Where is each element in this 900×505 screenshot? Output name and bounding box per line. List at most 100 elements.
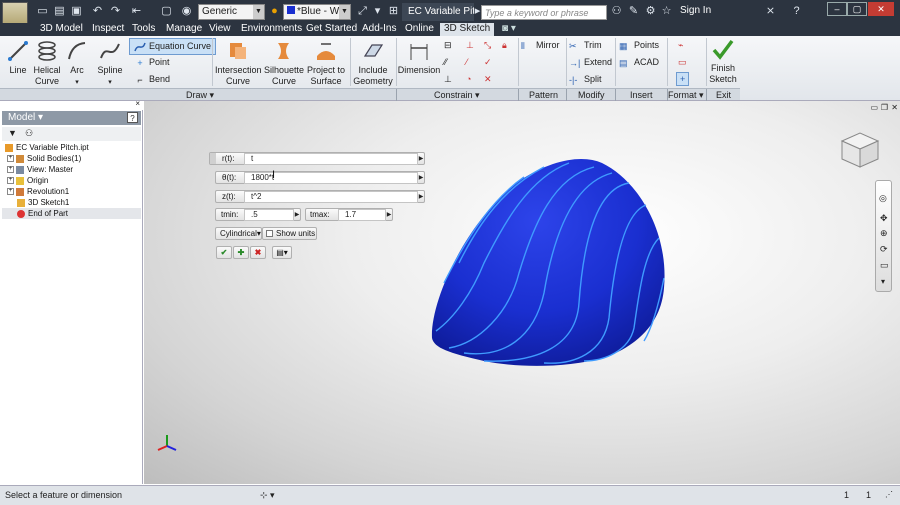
expand-icon[interactable]: + [7, 166, 14, 174]
panel-format[interactable]: Format ▾ [668, 89, 704, 101]
panel-insert[interactable]: Insert [630, 89, 653, 101]
tab-3d-model[interactable]: 3D Model [40, 23, 83, 36]
panel-constrain[interactable]: Constrain ▾ [434, 89, 480, 101]
tab-online[interactable]: Online [405, 23, 434, 36]
tab-manage[interactable]: Manage [166, 23, 202, 36]
toolbar-customize-icon[interactable]: ▾ [371, 5, 384, 18]
collinear-constraint-icon[interactable]: ⤡ [484, 39, 491, 51]
centerline-format-icon[interactable]: ▭ [678, 56, 687, 68]
look-at-icon[interactable]: ▭ [880, 260, 889, 271]
material-select[interactable]: *Blue - Wa ▼ [283, 4, 351, 20]
include-geometry-button[interactable]: Include Geometry [352, 40, 394, 87]
z-input[interactable]: t^2 [244, 191, 418, 203]
doc-restore-icon[interactable]: ❐ [881, 103, 888, 112]
tab-inspect[interactable]: Inspect [92, 23, 124, 36]
helical-curve-button[interactable]: Helical Curve [32, 40, 62, 87]
tab-extras-icon[interactable]: ◙ ▾ [502, 23, 516, 36]
undo-icon[interactable]: ↶ [91, 5, 104, 18]
drag-handle[interactable] [210, 153, 216, 164]
center-point-format-icon[interactable]: + [676, 72, 690, 86]
split-button[interactable]: -|- Split [569, 73, 602, 86]
tree-node[interactable]: EC Variable Pitch.ipt [2, 142, 141, 153]
mirror-button[interactable]: ⫴ Mirror [521, 39, 560, 52]
equation-curve-button[interactable]: Equation Curve [129, 38, 217, 55]
tab-get-started[interactable]: Get Started [306, 23, 357, 36]
cancel-button[interactable]: ✖ [250, 246, 266, 259]
tab-environments[interactable]: Environments [241, 23, 302, 36]
return-icon[interactable]: ⇤ [130, 5, 143, 18]
orbit-icon[interactable]: ⟳ [880, 244, 888, 255]
help-icon[interactable]: ? [127, 112, 138, 123]
tab-add-ins[interactable]: Add-Ins [362, 23, 396, 36]
document-title-tab[interactable]: EC Variable Pit... [402, 3, 474, 21]
update-icon[interactable]: ◉ [180, 5, 193, 18]
point-button[interactable]: + Point [134, 56, 169, 69]
tree-node[interactable]: + Solid Bodies(1) [2, 153, 141, 164]
revolved-body[interactable] [424, 153, 674, 371]
close-icon[interactable]: × [135, 99, 140, 108]
tree-node[interactable]: + View: Master [2, 164, 141, 175]
theta-input[interactable]: 1800*t [244, 172, 418, 184]
extend-button[interactable]: →| Extend [569, 56, 612, 69]
tree-node[interactable]: + Origin [2, 175, 141, 186]
binoculars-icon[interactable]: ⚇ [610, 5, 623, 18]
equal-constraint-icon[interactable]: ◔ [466, 73, 471, 85]
open-icon[interactable]: ▤ [53, 5, 66, 18]
intersection-curve-button[interactable]: Intersection Curve [215, 40, 262, 87]
insert-acad-button[interactable]: ▤ ACAD [619, 56, 659, 69]
new-icon[interactable]: ▭ [36, 5, 49, 18]
help-search-input[interactable]: Type a keyword or phrase [481, 5, 607, 20]
show-units-checkbox[interactable]: Show units [262, 227, 317, 240]
tmax-flyout-icon[interactable]: ▶ [385, 209, 393, 221]
line-button[interactable]: Line [6, 40, 30, 76]
panel-exit[interactable]: Exit [716, 89, 731, 101]
finish-sketch-button[interactable]: Finish Sketch [708, 38, 738, 85]
smooth-constraint-icon[interactable]: ✓ [484, 56, 492, 68]
maximize-button[interactable]: ▢ [847, 2, 867, 16]
coordinate-system-select[interactable]: Cylindrical▾ [215, 227, 262, 240]
help-icon[interactable]: ? [790, 5, 803, 18]
panel-draw[interactable]: Draw ▾ [186, 89, 214, 101]
graphics-window[interactable]: r(t): t ▶ θ(t): 1800*t ▶ z(t): t^2 ▶ tmi… [144, 101, 900, 484]
resize-grip-icon[interactable]: ⋰ [885, 486, 893, 504]
perpendicular-constraint-icon[interactable]: ⊥ [466, 39, 474, 51]
nav-menu-icon[interactable]: ▾ [881, 277, 885, 286]
show-constraints-icon[interactable]: ✕ [484, 73, 492, 85]
ok-button[interactable]: ✔ [216, 246, 232, 259]
expand-icon[interactable]: + [7, 155, 14, 163]
silhouette-curve-button[interactable]: Silhouette Curve [263, 40, 305, 87]
tree-node[interactable]: End of Part [2, 208, 141, 219]
sign-in-link[interactable]: Sign In [680, 5, 711, 16]
doc-minimize-icon[interactable]: ▭ [870, 103, 878, 112]
viewcube[interactable] [838, 129, 882, 171]
spline-button[interactable]: Spline ▾ [97, 40, 123, 88]
expand-icon[interactable]: + [7, 188, 14, 196]
r-input[interactable]: t [244, 153, 418, 165]
tree-node[interactable]: 3D Sketch1 [2, 197, 141, 208]
select-icon[interactable]: ▢ [160, 5, 173, 18]
tmax-input[interactable]: 1.7 [338, 209, 386, 221]
doc-close-icon[interactable]: ✕ [891, 103, 898, 112]
apply-button[interactable]: ✚ [233, 246, 249, 259]
close-button[interactable]: ✕ [868, 2, 894, 16]
filter-icon[interactable]: ▼ [8, 128, 17, 138]
save-icon[interactable]: ▣ [70, 5, 83, 18]
bend-button[interactable]: ⌐ Bend [134, 73, 170, 86]
network-icon[interactable]: ⚙ [644, 5, 657, 18]
tab-tools[interactable]: Tools [132, 23, 155, 36]
coplanar-constraint-icon[interactable]: ⁄ [466, 56, 468, 68]
color-wheel-icon[interactable]: ● [268, 5, 281, 18]
coincident-constraint-icon[interactable]: ⊟ [444, 39, 452, 51]
exchange-icon[interactable]: ⨯ [764, 5, 777, 18]
app-options-icon[interactable]: ⊞ [387, 5, 400, 18]
fix-constraint-icon[interactable]: 🔒︎ [502, 39, 507, 51]
tmin-flyout-icon[interactable]: ▶ [293, 209, 301, 221]
browser-header[interactable]: Model ▾? [2, 111, 141, 125]
options-menu-button[interactable]: ▤▾ [272, 246, 292, 259]
dimension-button[interactable]: Dimension [397, 40, 441, 76]
panel-modify[interactable]: Modify [578, 89, 605, 101]
panel-pattern[interactable]: Pattern [529, 89, 558, 101]
binoculars-icon[interactable]: ⚇ [25, 128, 33, 139]
minimize-button[interactable]: – [827, 2, 847, 16]
zoom-icon[interactable]: ⊕ [880, 228, 888, 239]
